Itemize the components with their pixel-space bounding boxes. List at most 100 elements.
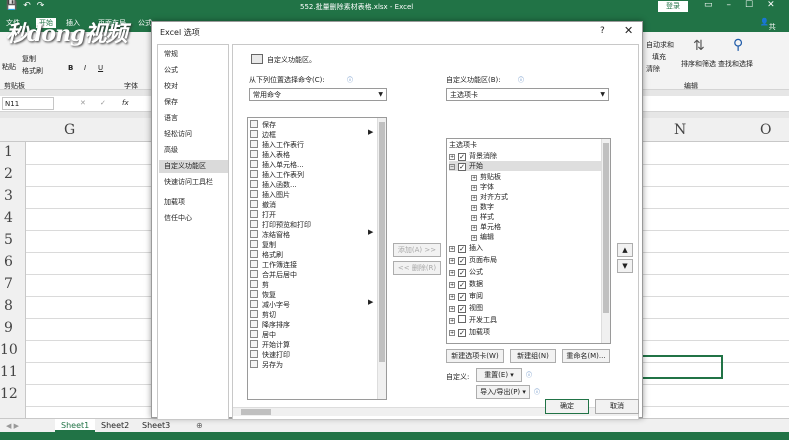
expand-icon[interactable]: +	[449, 294, 455, 300]
tab-checkbox[interactable]: ✓	[458, 281, 466, 289]
tree-group-editing[interactable]: + 编辑	[471, 232, 494, 242]
row-9[interactable]: 9	[4, 320, 13, 336]
list-item[interactable]: 插入函数...	[250, 180, 297, 190]
row-11[interactable]: 11	[0, 364, 18, 380]
expand-icon[interactable]: +	[471, 185, 477, 191]
sheet-nav-icons[interactable]: ◀ ▶	[6, 422, 19, 430]
row-4[interactable]: 4	[4, 210, 13, 226]
list-item[interactable]: 打印预览和打印	[250, 220, 311, 230]
close-icon[interactable]: ✕	[624, 24, 633, 37]
tree-group-cells[interactable]: + 单元格	[471, 222, 501, 232]
list-item[interactable]: 工作簿连接	[250, 260, 297, 270]
tree-group-font[interactable]: + 字体	[471, 182, 494, 192]
auto-sum-label[interactable]: 自动求和	[646, 40, 674, 50]
customize-ribbon-dropdown[interactable]: 主选项卡 ▼	[446, 88, 609, 101]
column-o[interactable]: O	[760, 122, 771, 138]
expand-icon[interactable]: +	[449, 154, 455, 160]
tree-scrollbar[interactable]	[601, 139, 610, 343]
category-general[interactable]: 常规	[159, 48, 228, 61]
sort-filter-label[interactable]: 排序和筛选	[681, 59, 716, 69]
scroll-thumb[interactable]	[379, 122, 385, 362]
expand-icon[interactable]: +	[471, 215, 477, 221]
add-button[interactable]: 添加(A) >>	[393, 243, 441, 257]
cancel-icon[interactable]: ✕	[80, 99, 86, 107]
row-6[interactable]: 6	[4, 254, 13, 270]
commands-list[interactable]: 保存 边框 插入工作表行 插入表格 插入单元格... 插入工作表列 插入函数..…	[247, 117, 387, 400]
tab-checkbox[interactable]: ✓	[458, 305, 466, 313]
new-tab-button[interactable]: 新建选项卡(W)	[446, 349, 504, 363]
list-item[interactable]: 格式刷	[250, 250, 283, 260]
tree-group-clipboard[interactable]: + 剪贴板	[471, 172, 501, 182]
sort-filter-icon[interactable]: ⇅	[693, 38, 705, 54]
window-controls[interactable]: ▭–☐✕	[704, 0, 789, 10]
move-down-button[interactable]: ▼	[617, 259, 633, 273]
row-7[interactable]: 7	[4, 276, 13, 292]
list-item[interactable]: 剪切	[250, 310, 276, 320]
ribbon-tab-tree[interactable]: 主选项卡 + ✓ 背景消除 − ✓ 开始 + 剪贴板 + 字体 + 对齐方式 + 数字 + 样式 …	[446, 138, 611, 344]
row-8[interactable]: 8	[4, 298, 13, 314]
list-item[interactable]: 居中	[250, 330, 276, 340]
underline-button[interactable]: U	[98, 64, 103, 72]
bold-button[interactable]: B	[68, 64, 73, 72]
sheet-tab-3[interactable]: Sheet3	[136, 419, 176, 432]
help-icon[interactable]: ?	[600, 26, 605, 36]
expand-icon[interactable]: +	[449, 246, 455, 252]
row-10[interactable]: 10	[0, 342, 18, 358]
quick-access-icons[interactable]: 💾↶↷	[6, 1, 50, 11]
list-item[interactable]: 插入工作表行	[250, 140, 304, 150]
format-painter-label[interactable]: 格式刷	[22, 66, 43, 76]
reset-button[interactable]: 重置(E) ▾	[476, 368, 522, 382]
expand-icon[interactable]: +	[449, 306, 455, 312]
name-box[interactable]: N11	[2, 97, 54, 110]
choose-from-dropdown[interactable]: 常用命令 ▼	[249, 88, 387, 101]
tab-checkbox[interactable]: ✓	[458, 163, 466, 171]
category-quick-access-toolbar[interactable]: 快速访问工具栏	[159, 176, 228, 189]
expand-icon[interactable]: +	[449, 282, 455, 288]
column-g[interactable]: G	[64, 122, 75, 138]
row-2[interactable]: 2	[4, 166, 13, 182]
category-advanced[interactable]: 高级	[159, 144, 228, 157]
share-button[interactable]: 👤共享	[760, 18, 776, 41]
tree-item-formulas[interactable]: + ✓ 公式	[449, 267, 483, 277]
sheet-tab-1[interactable]: Sheet1	[55, 419, 96, 432]
list-item[interactable]: 快速打印	[250, 350, 290, 360]
list-item[interactable]: 恢复	[250, 290, 276, 300]
tab-checkbox[interactable]: ✓	[458, 269, 466, 277]
find-select-icon[interactable]: ⚲	[733, 37, 743, 53]
category-language[interactable]: 语言	[159, 112, 228, 125]
list-item[interactable]: 边框	[250, 130, 276, 140]
expand-icon[interactable]: +	[449, 318, 455, 324]
new-group-button[interactable]: 新建组(N)	[510, 349, 556, 363]
list-item[interactable]: 开始计算	[250, 340, 290, 350]
tree-item-review[interactable]: + ✓ 审阅	[449, 291, 483, 301]
login-button[interactable]: 登录	[658, 1, 688, 12]
list-item[interactable]: 减小字号	[250, 300, 290, 310]
expand-icon[interactable]: +	[449, 270, 455, 276]
tree-group-number[interactable]: + 数字	[471, 202, 494, 212]
sheet-tab-2[interactable]: Sheet2	[95, 419, 135, 432]
tab-checkbox[interactable]	[458, 315, 466, 323]
tree-item-view[interactable]: + ✓ 视图	[449, 303, 483, 313]
add-sheet-button[interactable]: ⊕	[190, 419, 209, 432]
tree-item-background-removal[interactable]: + ✓ 背景消除	[449, 151, 497, 161]
category-customize-ribbon[interactable]: 自定义功能区	[159, 160, 228, 173]
tree-item-insert[interactable]: + ✓ 插入	[449, 243, 483, 253]
expand-icon[interactable]: +	[449, 330, 455, 336]
tree-item-page-layout[interactable]: + ✓ 页面布局	[449, 255, 497, 265]
import-export-button[interactable]: 导入/导出(P) ▾	[476, 385, 530, 399]
list-item[interactable]: 降序排序	[250, 320, 290, 330]
list-item[interactable]: 插入单元格...	[250, 160, 304, 170]
scroll-thumb[interactable]	[241, 409, 271, 415]
list-item[interactable]: 复制	[250, 240, 276, 250]
category-add-ins[interactable]: 加载项	[159, 196, 228, 209]
list-item[interactable]: 保存	[250, 120, 276, 130]
move-up-button[interactable]: ▲	[617, 243, 633, 257]
list-item[interactable]: 撤消	[250, 200, 276, 210]
category-formulas[interactable]: 公式	[159, 64, 228, 77]
list-item[interactable]: 另存为	[250, 360, 283, 370]
find-select-label[interactable]: 查找和选择	[718, 59, 753, 69]
category-save[interactable]: 保存	[159, 96, 228, 109]
row-3[interactable]: 3	[4, 188, 13, 204]
expand-icon[interactable]: +	[471, 225, 477, 231]
expand-icon[interactable]: +	[449, 258, 455, 264]
